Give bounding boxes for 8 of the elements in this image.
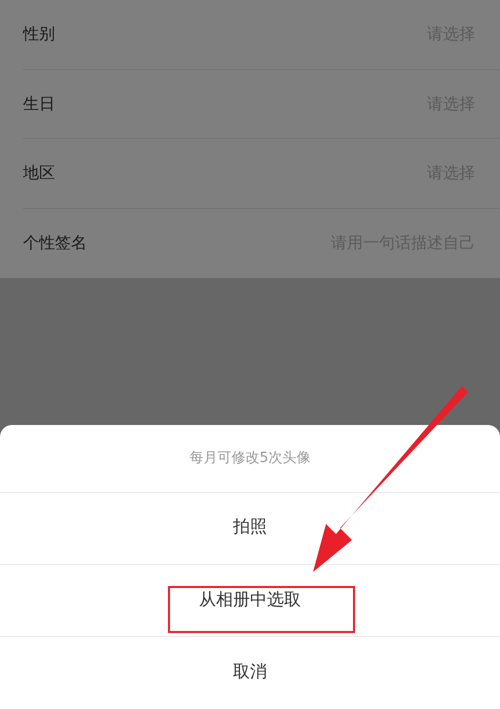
sheet-option[interactable]: 取消 — [233, 660, 267, 686]
sheet-title: 每月可修改5次头像 — [190, 448, 310, 468]
sheet-option[interactable]: 从相册中选取 — [199, 588, 301, 614]
row-label: 地区 — [23, 162, 55, 184]
row-label: 个性签名 — [23, 232, 87, 254]
row-label: 生日 — [23, 92, 55, 115]
row-label: 性别 — [23, 23, 55, 46]
sheet-option[interactable]: 拍照 — [233, 515, 267, 541]
